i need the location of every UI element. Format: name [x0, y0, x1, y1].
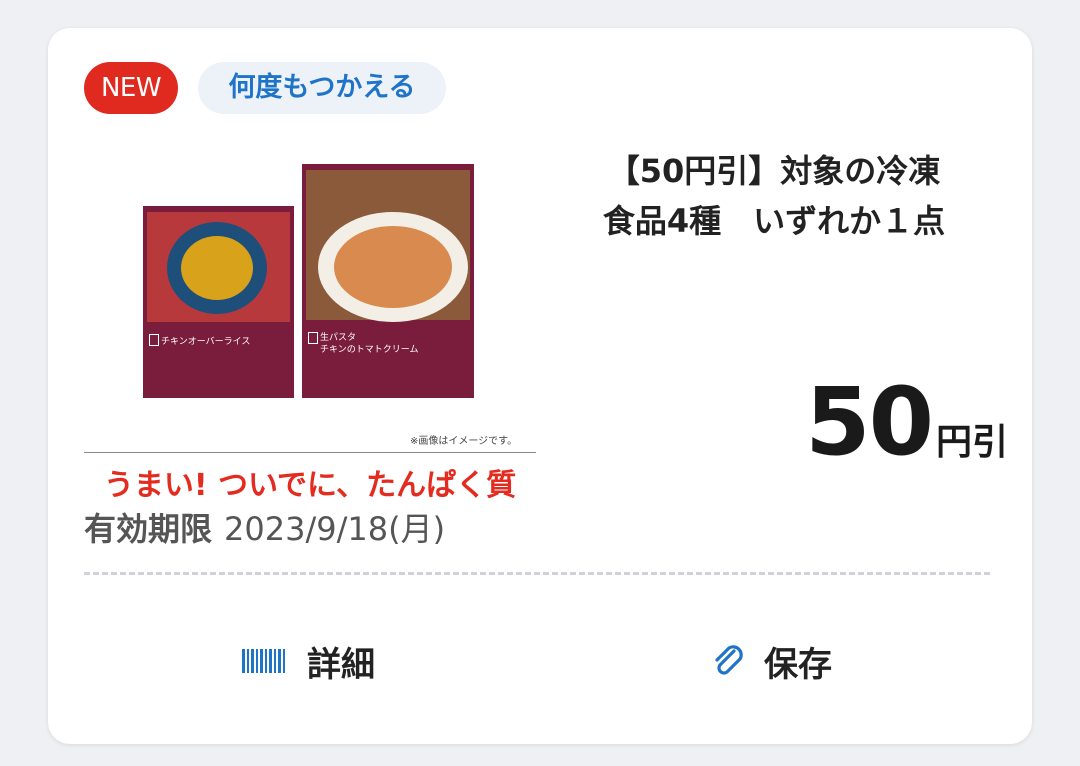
new-badge: NEW [84, 62, 178, 114]
divider-line [84, 452, 536, 453]
expiry-date: 有効期限 2023/9/18(月) [84, 504, 445, 550]
discount-value: 50 [805, 368, 934, 477]
expiry-value: 2023/9/18(月) [224, 510, 446, 548]
detail-button[interactable]: 詳細 [242, 634, 375, 688]
package-name: 生パスタ チキンのトマトクリーム [320, 333, 419, 355]
brand-logo-icon [149, 334, 159, 346]
package-chicken-over-rice: チキンオーバーライス [143, 206, 294, 398]
multi-use-badge: 何度もつかえる [198, 62, 446, 114]
coupon-title: 【50円引】対象の冷凍 食品4種 いずれか１点 [602, 152, 946, 240]
dashed-divider [84, 572, 990, 575]
product-image: チキンオーバーライス 生パスタ チキンのトマトクリーム ※画像はイメージです。 … [84, 156, 536, 503]
package-tomato-cream-pasta: 生パスタ チキンのトマトクリーム [302, 164, 474, 398]
package-photo [306, 170, 470, 322]
brand-logo-icon [308, 332, 318, 344]
image-note: ※画像はイメージです。 [410, 436, 518, 447]
discount-unit: 円引 [935, 422, 1008, 463]
paperclip-icon [715, 645, 743, 675]
detail-label: 詳細 [307, 644, 375, 685]
barcode-icon [242, 649, 287, 673]
package-name: チキンオーバーライス [161, 337, 251, 347]
discount-amount: 50 円引 [788, 368, 1008, 477]
save-button[interactable]: 保存 [708, 634, 832, 688]
package-photo [147, 212, 290, 322]
expiry-label: 有効期限 [84, 510, 213, 548]
coupon-card[interactable]: NEW 何度もつかえる チキンオーバーライス 生パスタ チキンのトマトクリーム … [48, 28, 1032, 744]
product-tagline: うまい! ついでに、たんぱく質 [103, 468, 517, 503]
save-label: 保存 [764, 644, 832, 685]
